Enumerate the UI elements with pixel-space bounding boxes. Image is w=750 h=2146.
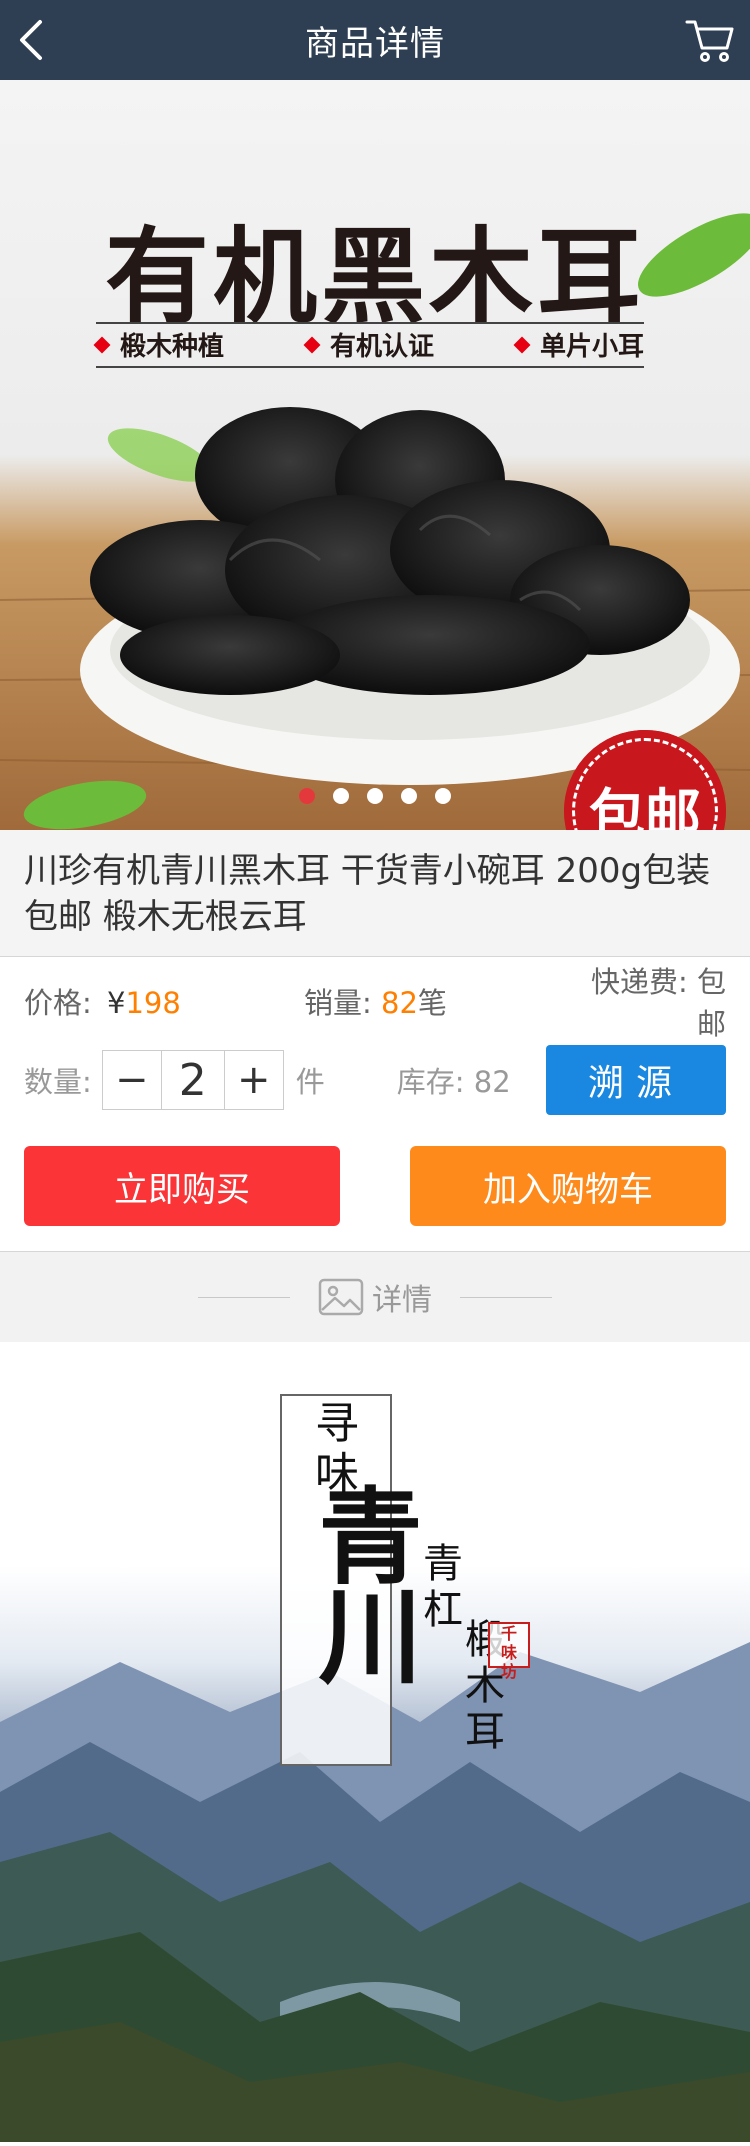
carousel-dot[interactable] [299, 788, 315, 804]
top-nav: 商品详情 [0, 0, 750, 80]
product-info-row: 价格: ¥198 销量: 82笔 快递费: 包邮 [0, 957, 750, 1045]
stock-field: 库存: 82 [396, 1065, 511, 1099]
detail-label: 详情 [372, 1283, 432, 1318]
buy-now-button[interactable]: 立即购买 [24, 1146, 340, 1226]
trace-source-button[interactable]: 溯源 [546, 1045, 726, 1115]
shipping-value: 包邮 [696, 965, 726, 1041]
quantity-unit: 件 [295, 1065, 325, 1099]
increase-button[interactable]: + [223, 1050, 284, 1110]
shopping-cart-icon[interactable] [684, 14, 736, 66]
image-icon [318, 1278, 364, 1316]
banner-tags: 椴木种植 有机认证 单片小耳 [93, 326, 644, 363]
carousel-dot[interactable] [435, 788, 451, 804]
carousel-dot[interactable] [333, 788, 349, 804]
page-title: 商品详情 [305, 23, 445, 64]
detail-poster-image: 寻味 青川 青杠 椴木耳 千味坊 [0, 1342, 750, 2142]
price-value: 198 [125, 986, 181, 1020]
banner-tag: 椴木种植 [93, 326, 224, 363]
decrease-button[interactable]: − [101, 1050, 162, 1110]
quantity-stepper: − 2 + [101, 1050, 284, 1110]
quantity-input[interactable]: 2 [161, 1050, 224, 1110]
detail-section-header: 详情 [0, 1252, 750, 1342]
banner-tag: 有机认证 [303, 326, 434, 363]
carousel-dot[interactable] [367, 788, 383, 804]
shipping-field: 快递费: 包邮 [590, 965, 726, 1041]
divider [460, 1296, 552, 1298]
add-to-cart-button[interactable]: 加入购物车 [410, 1146, 726, 1226]
chevron-left-icon[interactable] [12, 14, 52, 66]
product-title: 川珍有机青川黑木耳 干货青小碗耳 200g包装包邮 椴木无根云耳 [0, 830, 750, 957]
carousel-indicators [0, 788, 750, 804]
banner-tag: 单片小耳 [513, 326, 644, 363]
carousel-dot[interactable] [401, 788, 417, 804]
divider [96, 366, 644, 368]
price-field: 价格: ¥198 [24, 986, 181, 1020]
action-buttons: 立即购买 加入购物车 [0, 1121, 750, 1252]
sales-value: 82 [381, 986, 418, 1020]
stock-value: 82 [473, 1065, 511, 1099]
quantity-label: 数量: [24, 1065, 92, 1099]
divider [96, 322, 644, 324]
divider [198, 1296, 290, 1298]
quantity-row: 数量: − 2 + 件 库存: 82 溯源 [0, 1045, 750, 1115]
seal-stamp: 千味坊 [488, 1622, 530, 1681]
banner-headline: 有机黑木耳 [104, 216, 645, 338]
sales-field: 销量: 82笔 [304, 986, 447, 1020]
product-image-carousel[interactable]: 有机黑木耳 椴木种植 有机认证 单片小耳 包邮 [0, 80, 750, 830]
